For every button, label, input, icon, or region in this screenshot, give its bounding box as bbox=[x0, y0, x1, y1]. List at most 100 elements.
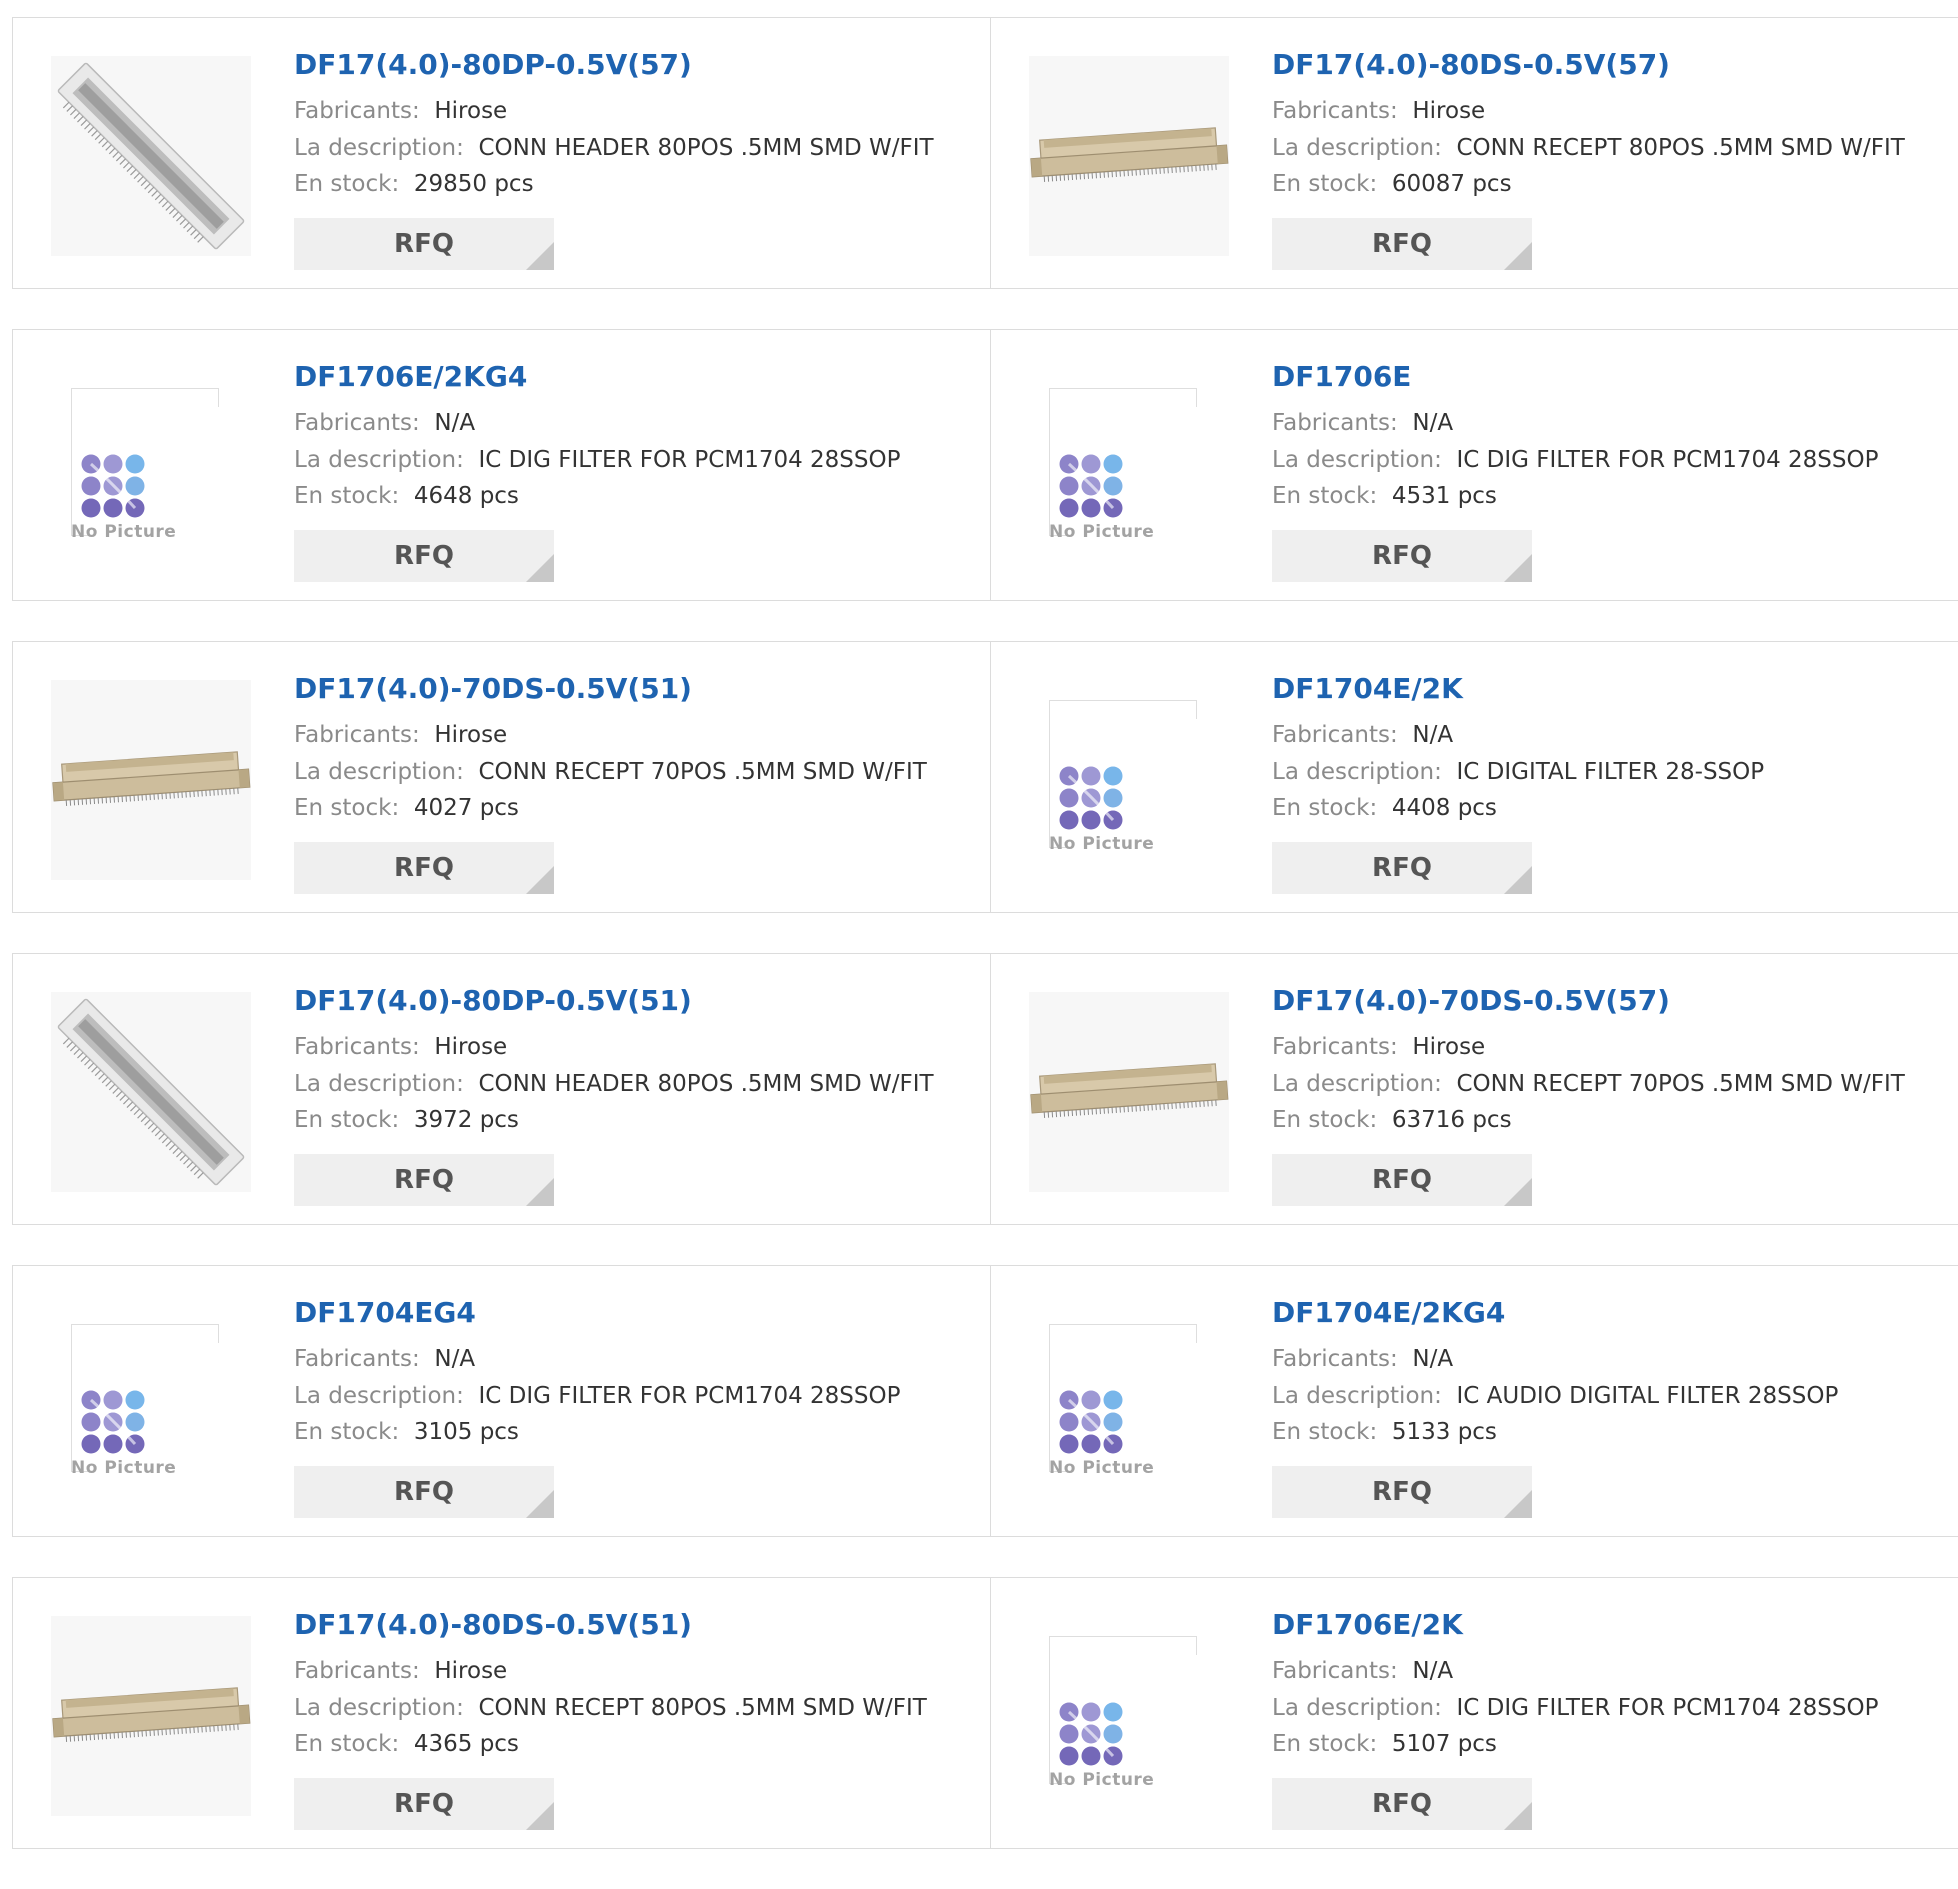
manufacturer-label: Fabricants: bbox=[1272, 410, 1398, 436]
stock-label: En stock: bbox=[1272, 483, 1377, 509]
manufacturer-label: Fabricants: bbox=[1272, 1034, 1398, 1060]
manufacturer-line: Fabricants: N/A bbox=[294, 410, 475, 436]
connector-receptacle-icon bbox=[1029, 56, 1229, 256]
description-line: La description: IC AUDIO DIGITAL FILTER … bbox=[1272, 1383, 1838, 1409]
part-number-link[interactable]: DF17(4.0)-80DS-0.5V(51) bbox=[294, 1608, 692, 1641]
connector-receptacle-icon bbox=[51, 680, 251, 880]
stock-value: 63716 pcs bbox=[1392, 1107, 1512, 1133]
manufacturer-line: Fabricants: Hirose bbox=[1272, 98, 1485, 124]
product-image[interactable] bbox=[51, 680, 251, 880]
manufacturer-label: Fabricants: bbox=[294, 1346, 420, 1372]
stock-label: En stock: bbox=[1272, 1731, 1377, 1757]
manufacturer-line: Fabricants: N/A bbox=[1272, 1658, 1453, 1684]
rfq-button[interactable]: RFQ bbox=[1272, 1778, 1532, 1830]
placeholder-logo-icon bbox=[1059, 1702, 1131, 1774]
manufacturer-line: Fabricants: N/A bbox=[1272, 722, 1453, 748]
rfq-button[interactable]: RFQ bbox=[1272, 1154, 1532, 1206]
stock-value: 3105 pcs bbox=[414, 1419, 519, 1445]
stock-value: 3972 pcs bbox=[414, 1107, 519, 1133]
rfq-label: RFQ bbox=[1372, 853, 1432, 883]
description-line: La description: IC DIG FILTER FOR PCM170… bbox=[294, 1383, 900, 1409]
rfq-label: RFQ bbox=[1372, 1165, 1432, 1195]
stock-line: En stock: 63716 pcs bbox=[1272, 1107, 1512, 1133]
part-number-link[interactable]: DF1704E/2KG4 bbox=[1272, 1296, 1505, 1329]
placeholder-logo-icon bbox=[81, 454, 153, 526]
rfq-label: RFQ bbox=[394, 1165, 454, 1195]
rfq-button[interactable]: RFQ bbox=[294, 1466, 554, 1518]
stock-line: En stock: 5107 pcs bbox=[1272, 1731, 1497, 1757]
manufacturer-value: Hirose bbox=[434, 722, 507, 748]
description-label: La description: bbox=[1272, 759, 1442, 785]
connector-receptacle-icon bbox=[1029, 992, 1229, 1192]
stock-value: 60087 pcs bbox=[1392, 171, 1512, 197]
no-picture-label: No Picture bbox=[71, 1458, 176, 1478]
placeholder-logo-icon bbox=[1059, 454, 1131, 526]
description-value: CONN RECEPT 80POS .5MM SMD W/FIT bbox=[478, 1695, 926, 1721]
description-value: CONN RECEPT 70POS .5MM SMD W/FIT bbox=[1456, 1071, 1904, 1097]
product-card: No Picture DF1704EG4 Fabricants: N/A La … bbox=[13, 1266, 991, 1536]
manufacturer-value: N/A bbox=[1412, 722, 1453, 748]
product-card: No Picture DF1704E/2KG4 Fabricants: N/A … bbox=[991, 1266, 1958, 1536]
manufacturer-label: Fabricants: bbox=[1272, 1346, 1398, 1372]
manufacturer-line: Fabricants: N/A bbox=[1272, 1346, 1453, 1372]
placeholder-logo-icon bbox=[1059, 1390, 1131, 1462]
no-picture-label: No Picture bbox=[1049, 834, 1154, 854]
connector-header-icon bbox=[51, 56, 251, 256]
manufacturer-line: Fabricants: Hirose bbox=[294, 1658, 507, 1684]
manufacturer-line: Fabricants: Hirose bbox=[294, 1034, 507, 1060]
stock-line: En stock: 60087 pcs bbox=[1272, 171, 1512, 197]
corner-triangle-icon bbox=[526, 242, 554, 270]
product-image[interactable] bbox=[51, 56, 251, 256]
part-number-link[interactable]: DF1706E/2K bbox=[1272, 1608, 1463, 1641]
stock-line: En stock: 5133 pcs bbox=[1272, 1419, 1497, 1445]
rfq-button[interactable]: RFQ bbox=[294, 218, 554, 270]
description-value: IC DIGITAL FILTER 28-SSOP bbox=[1456, 759, 1764, 785]
rfq-button[interactable]: RFQ bbox=[294, 842, 554, 894]
part-number-link[interactable]: DF1704EG4 bbox=[294, 1296, 476, 1329]
product-image[interactable] bbox=[1029, 56, 1229, 256]
product-image[interactable] bbox=[51, 992, 251, 1192]
corner-triangle-icon bbox=[1504, 554, 1532, 582]
stock-label: En stock: bbox=[294, 795, 399, 821]
product-image[interactable]: No Picture bbox=[1029, 1304, 1229, 1504]
part-number-link[interactable]: DF17(4.0)-80DP-0.5V(51) bbox=[294, 984, 692, 1017]
part-number-link[interactable]: DF17(4.0)-70DS-0.5V(57) bbox=[1272, 984, 1670, 1017]
product-image[interactable] bbox=[51, 1616, 251, 1816]
product-card: DF17(4.0)-80DS-0.5V(57) Fabricants: Hiro… bbox=[991, 18, 1958, 288]
product-image[interactable]: No Picture bbox=[51, 368, 251, 568]
part-number-link[interactable]: DF17(4.0)-80DS-0.5V(57) bbox=[1272, 48, 1670, 81]
product-image[interactable]: No Picture bbox=[1029, 680, 1229, 880]
stock-value: 4408 pcs bbox=[1392, 795, 1497, 821]
corner-triangle-icon bbox=[1504, 1802, 1532, 1830]
product-image[interactable]: No Picture bbox=[1029, 368, 1229, 568]
manufacturer-line: Fabricants: N/A bbox=[1272, 410, 1453, 436]
rfq-button[interactable]: RFQ bbox=[294, 530, 554, 582]
product-image[interactable]: No Picture bbox=[1029, 1616, 1229, 1816]
product-row: DF17(4.0)-80DP-0.5V(57) Fabricants: Hiro… bbox=[12, 17, 1958, 289]
stock-value: 4365 pcs bbox=[414, 1731, 519, 1757]
stock-label: En stock: bbox=[1272, 1419, 1377, 1445]
part-number-link[interactable]: DF17(4.0)-80DP-0.5V(57) bbox=[294, 48, 692, 81]
manufacturer-value: Hirose bbox=[434, 1034, 507, 1060]
rfq-button[interactable]: RFQ bbox=[1272, 218, 1532, 270]
corner-triangle-icon bbox=[1504, 866, 1532, 894]
rfq-button[interactable]: RFQ bbox=[1272, 1466, 1532, 1518]
description-label: La description: bbox=[1272, 1695, 1442, 1721]
product-image[interactable]: No Picture bbox=[51, 1304, 251, 1504]
part-number-link[interactable]: DF17(4.0)-70DS-0.5V(51) bbox=[294, 672, 692, 705]
description-label: La description: bbox=[1272, 1071, 1442, 1097]
rfq-label: RFQ bbox=[1372, 541, 1432, 571]
product-card: DF17(4.0)-80DP-0.5V(51) Fabricants: Hiro… bbox=[13, 954, 991, 1224]
part-number-link[interactable]: DF1704E/2K bbox=[1272, 672, 1463, 705]
part-number-link[interactable]: DF1706E bbox=[1272, 360, 1411, 393]
rfq-button[interactable]: RFQ bbox=[294, 1778, 554, 1830]
rfq-button[interactable]: RFQ bbox=[1272, 842, 1532, 894]
rfq-button[interactable]: RFQ bbox=[1272, 530, 1532, 582]
part-number-link[interactable]: DF1706E/2KG4 bbox=[294, 360, 527, 393]
manufacturer-value: Hirose bbox=[1412, 1034, 1485, 1060]
manufacturer-value: N/A bbox=[1412, 1346, 1453, 1372]
rfq-button[interactable]: RFQ bbox=[294, 1154, 554, 1206]
product-image[interactable] bbox=[1029, 992, 1229, 1192]
manufacturer-value: N/A bbox=[1412, 1658, 1453, 1684]
stock-label: En stock: bbox=[1272, 171, 1377, 197]
